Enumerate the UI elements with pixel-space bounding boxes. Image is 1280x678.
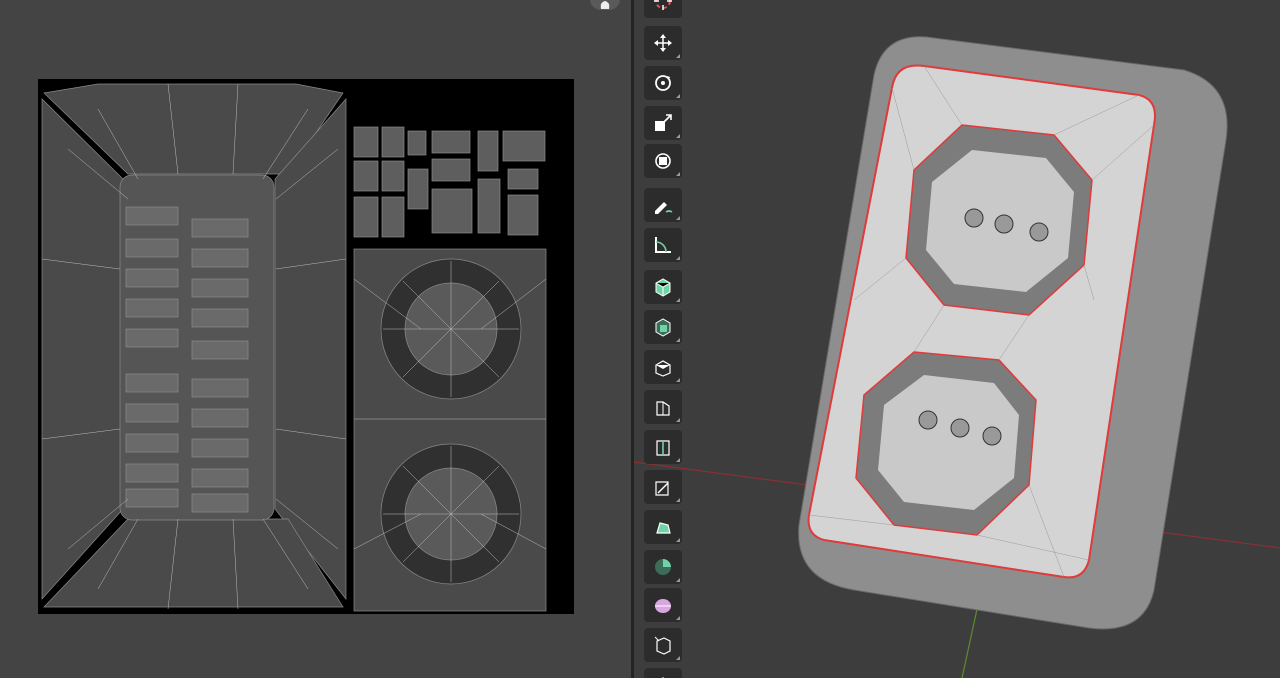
3d-viewport[interactable] xyxy=(634,0,1280,678)
tool-variants-indicator xyxy=(676,338,680,342)
tool-variants-indicator xyxy=(676,134,680,138)
tool-variants-indicator xyxy=(676,458,680,462)
annotate-pencil-icon xyxy=(655,202,673,214)
tool-variants-indicator xyxy=(676,54,680,58)
tool-knife-button[interactable] xyxy=(644,470,682,504)
rotate-icon xyxy=(655,75,671,91)
tool-cursor-button[interactable] xyxy=(644,0,682,18)
bevel-icon xyxy=(656,401,670,416)
tool-annotate-button[interactable] xyxy=(644,188,682,222)
scale-icon xyxy=(655,114,672,131)
rip-icon xyxy=(662,677,664,678)
uv-editor[interactable] xyxy=(0,0,631,678)
inset-faces-icon xyxy=(655,360,671,377)
tool-add-cube-button[interactable] xyxy=(644,270,682,304)
smooth-icon xyxy=(655,599,671,613)
tool-variants-indicator xyxy=(676,298,680,302)
tool-transform-button[interactable] xyxy=(644,144,682,178)
tool-poly-build-button[interactable] xyxy=(644,510,682,544)
cursor-target-icon xyxy=(654,0,672,10)
measure-ruler-icon xyxy=(655,237,671,253)
tool-variants-indicator xyxy=(676,498,680,502)
loop-cut-icon xyxy=(656,440,670,456)
spin-icon xyxy=(655,559,671,575)
uv-layout-canvas[interactable] xyxy=(38,79,574,614)
socket-bottom-pin-center xyxy=(950,418,970,438)
socket-top-pin-right xyxy=(1029,222,1049,242)
tool-spin-button[interactable] xyxy=(644,550,682,584)
extrude-icon xyxy=(655,318,671,337)
tool-variants-indicator xyxy=(676,216,680,220)
transform-icon xyxy=(655,153,671,169)
tool-measure-button[interactable] xyxy=(644,228,682,262)
tool-variants-indicator xyxy=(676,656,680,660)
tool-variants-indicator xyxy=(676,256,680,260)
tool-variants-indicator xyxy=(676,578,680,582)
tool-scale-button[interactable] xyxy=(644,106,682,140)
socket-top-pin-center xyxy=(994,214,1014,234)
poly-build-icon xyxy=(656,522,671,534)
add-cube-icon xyxy=(655,278,671,297)
tool-smooth-button[interactable] xyxy=(644,588,682,622)
socket-bottom-pin-left xyxy=(918,410,938,430)
tool-inset-button[interactable] xyxy=(644,350,682,384)
knife-icon xyxy=(655,481,669,496)
move-arrows-icon xyxy=(654,34,672,52)
tool-variants-indicator xyxy=(676,172,680,176)
tool-variants-indicator xyxy=(676,616,680,620)
shrink-fatten-icon xyxy=(654,636,671,655)
tool-variants-indicator xyxy=(676,418,680,422)
tool-rotate-button[interactable] xyxy=(644,66,682,100)
tool-variants-indicator xyxy=(676,94,680,98)
tool-bevel-button[interactable] xyxy=(644,390,682,424)
tool-variants-indicator xyxy=(676,538,680,542)
tool-extrude-button[interactable] xyxy=(644,310,682,344)
socket-bottom-pin-right xyxy=(982,426,1002,446)
viewport-scene xyxy=(634,36,1280,678)
tool-loop-cut-button[interactable] xyxy=(644,430,682,464)
tool-move-button[interactable] xyxy=(644,26,682,60)
y-axis-line xyxy=(961,599,980,678)
socket-top-pin-left xyxy=(964,208,984,228)
tool-rip-button[interactable] xyxy=(644,668,682,678)
socket-outlet-mesh xyxy=(798,36,1228,630)
tool-variants-indicator xyxy=(676,378,680,382)
tool-shrink-fatten-button[interactable] xyxy=(644,628,682,662)
hand-icon xyxy=(600,1,610,9)
hand-tool-button[interactable] xyxy=(590,0,620,10)
